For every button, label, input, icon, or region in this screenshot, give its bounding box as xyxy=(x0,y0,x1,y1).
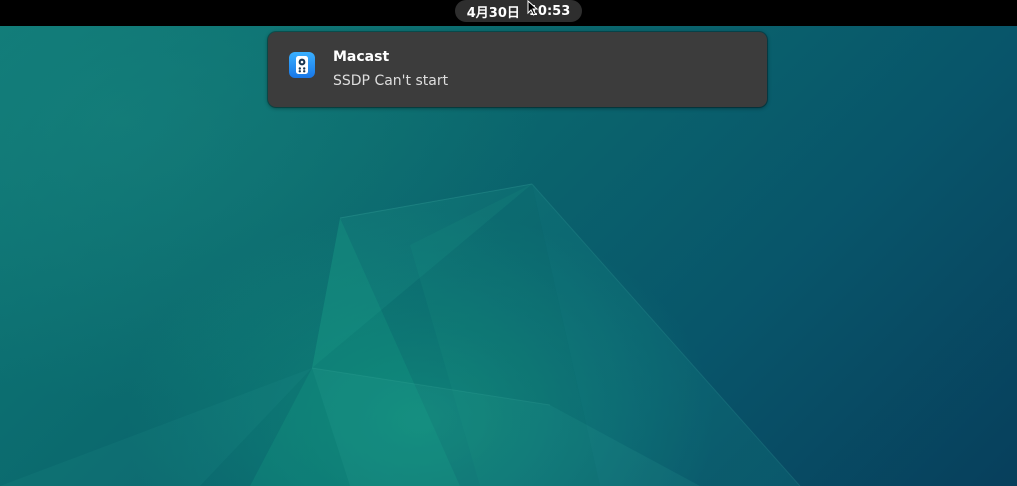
clock-button[interactable]: 4月30日 10:53 xyxy=(455,0,582,22)
notification-title: Macast xyxy=(333,49,390,65)
top-bar: 4月30日 10:53 xyxy=(0,0,1017,26)
clock-date: 4月30日 xyxy=(466,5,520,21)
speaker-icon xyxy=(289,52,315,78)
notification-banner[interactable]: Macast SSDP Can't start xyxy=(268,32,767,107)
notification-body: SSDP Can't start xyxy=(333,73,449,89)
mouse-pointer-icon xyxy=(527,0,539,16)
